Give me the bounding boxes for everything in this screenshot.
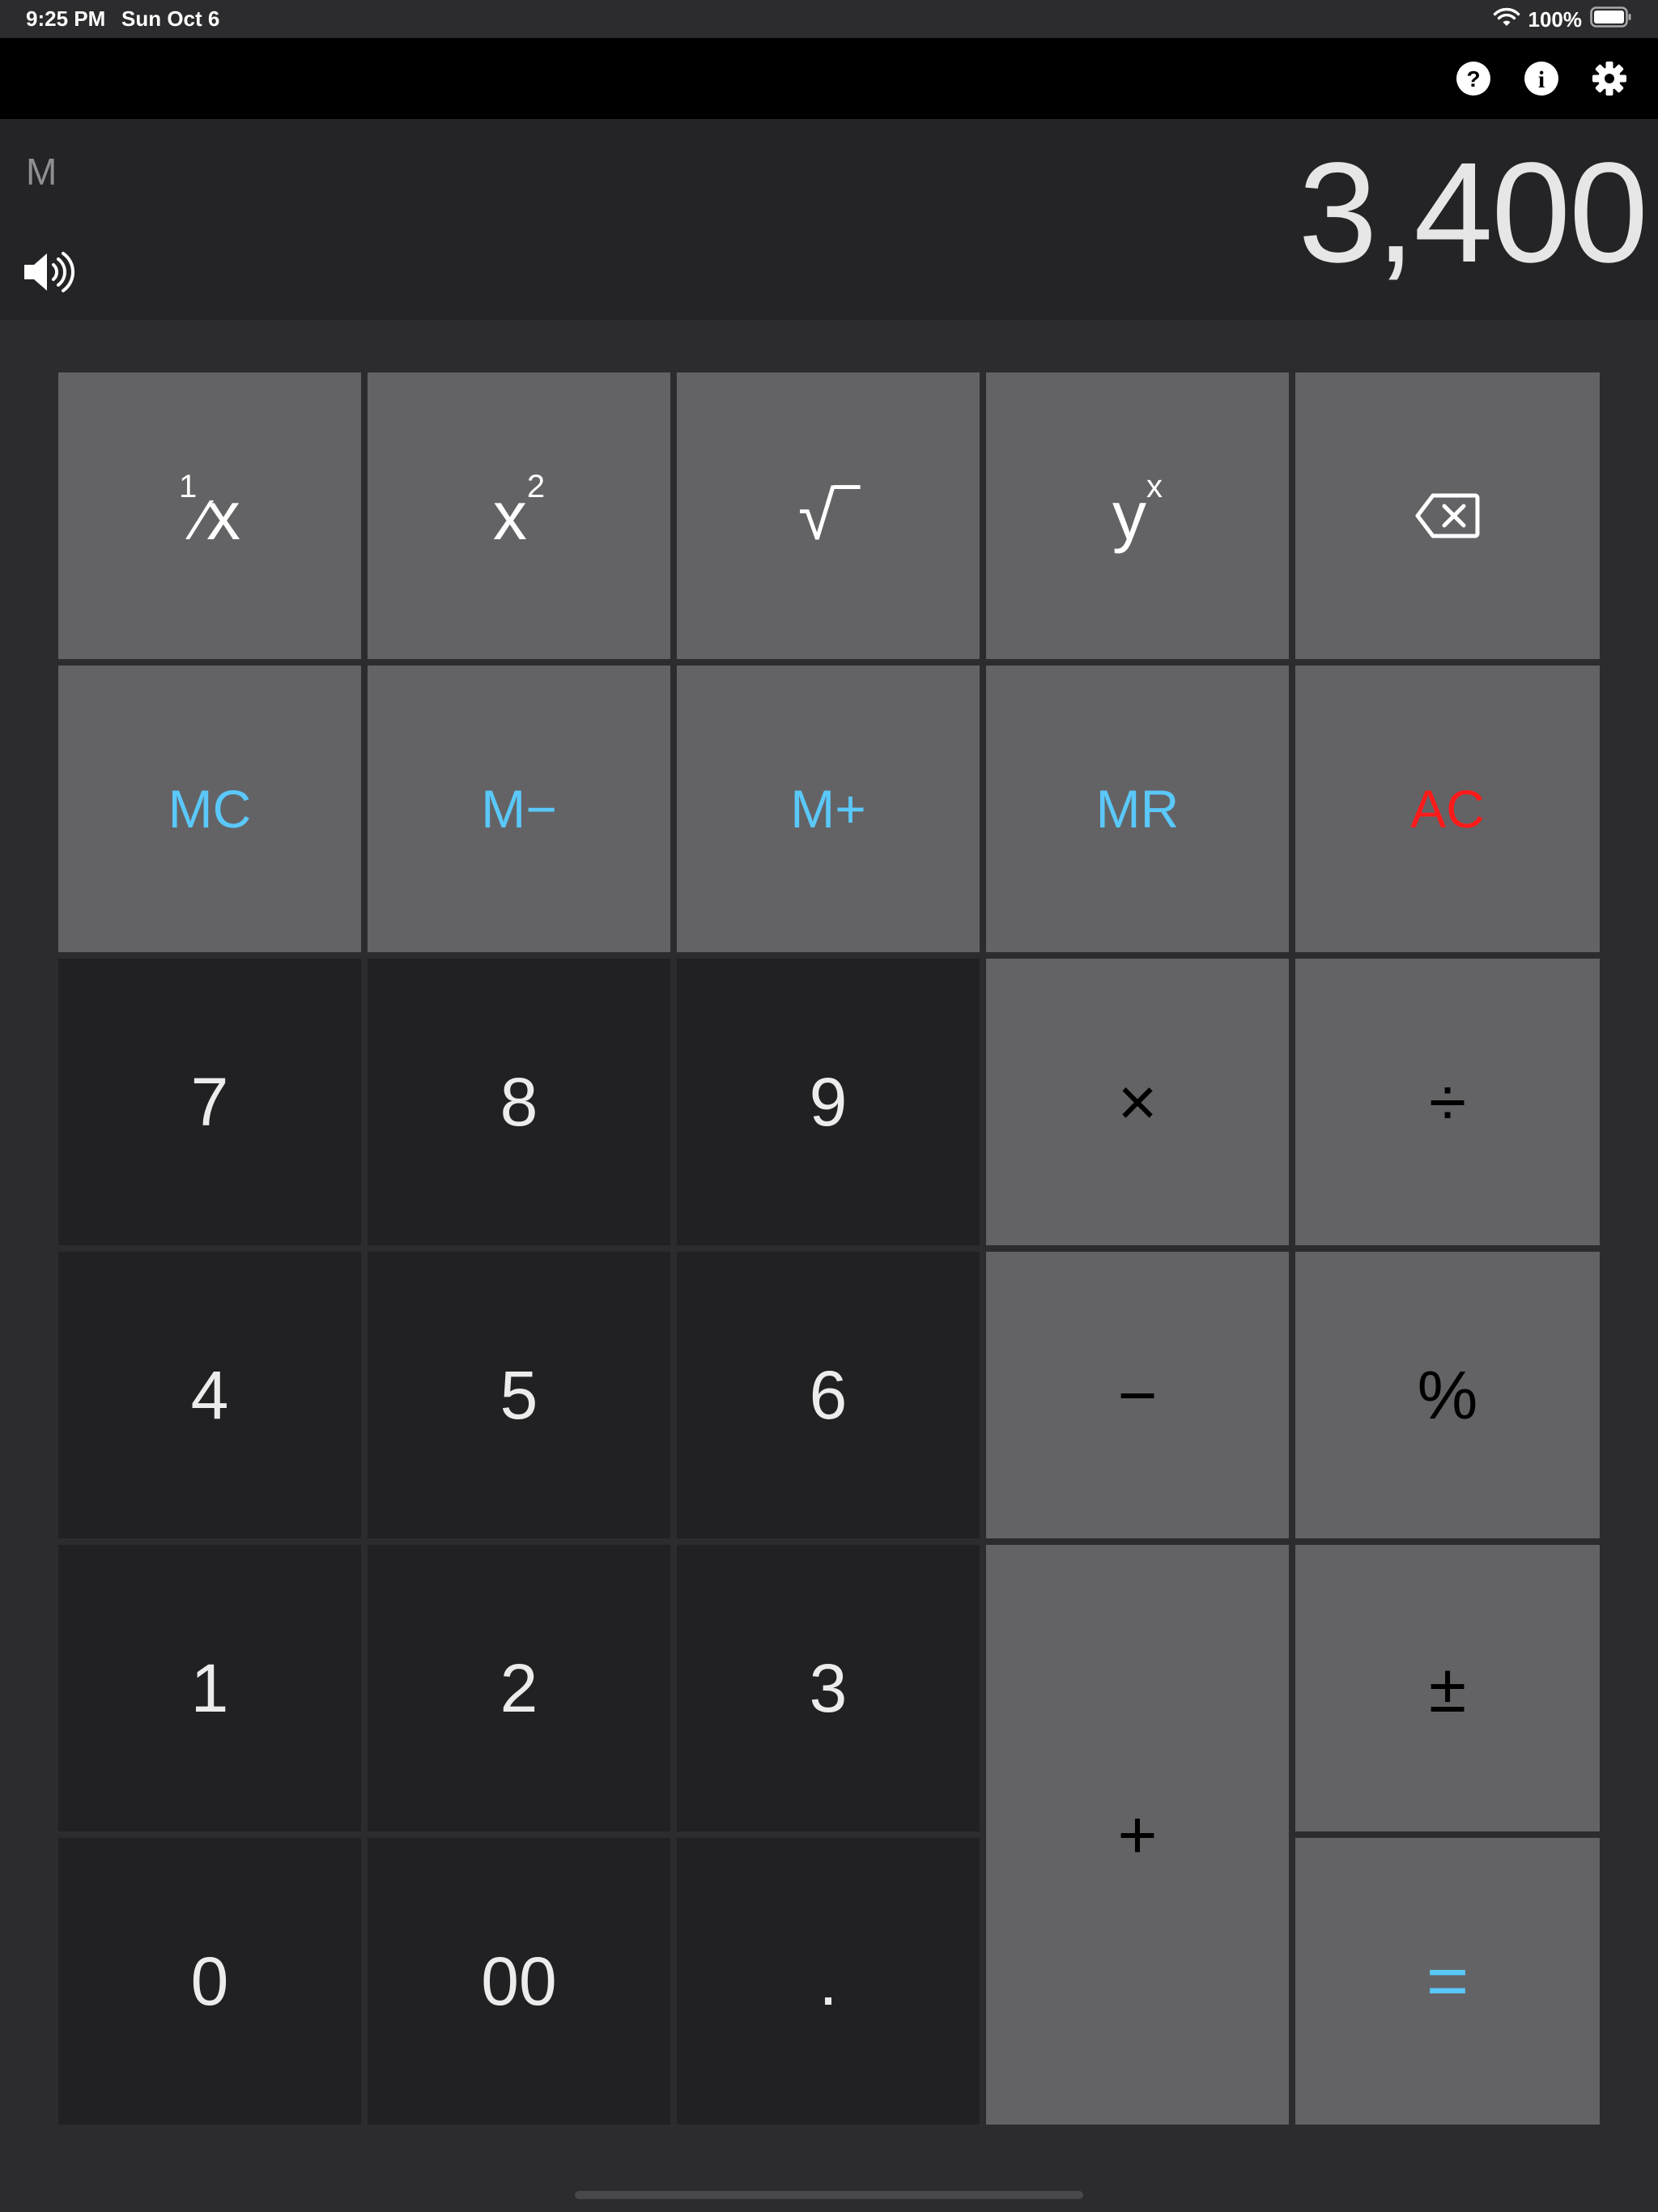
m-plus-button[interactable]: M+ bbox=[677, 666, 980, 952]
add-button[interactable]: + bbox=[986, 1545, 1289, 2125]
digit-3-button[interactable]: 3 bbox=[677, 1545, 980, 1831]
digit-8-button[interactable]: 8 bbox=[368, 959, 670, 1245]
status-right: 100% bbox=[1493, 5, 1633, 34]
digit-9-button[interactable]: 9 bbox=[677, 959, 980, 1245]
backspace-icon bbox=[1415, 477, 1480, 555]
status-time: 9:25 PM bbox=[26, 6, 106, 31]
settings-icon[interactable] bbox=[1588, 57, 1630, 100]
display: M 3,400 bbox=[0, 119, 1658, 320]
digit-7-button[interactable]: 7 bbox=[58, 959, 361, 1245]
digit-6-button[interactable]: 6 bbox=[677, 1252, 980, 1538]
mc-button[interactable]: MC bbox=[58, 666, 361, 952]
display-value: 3,400 bbox=[1298, 134, 1648, 292]
status-date: Sun Oct 6 bbox=[121, 6, 220, 31]
svg-text:?: ? bbox=[1466, 66, 1480, 91]
divide-button[interactable]: ÷ bbox=[1295, 959, 1600, 1245]
backspace-button[interactable] bbox=[1295, 372, 1600, 659]
mr-button[interactable]: MR bbox=[986, 666, 1289, 952]
svg-text:i: i bbox=[1538, 66, 1545, 93]
toolbar: ? i bbox=[0, 38, 1658, 119]
digit-0-button[interactable]: 0 bbox=[58, 1838, 361, 2125]
wifi-icon bbox=[1493, 6, 1520, 33]
all-clear-button[interactable]: AC bbox=[1295, 666, 1600, 952]
status-bar: 9:25 PM Sun Oct 6 100% bbox=[0, 0, 1658, 38]
multiply-button[interactable]: × bbox=[986, 959, 1289, 1245]
digit-2-button[interactable]: 2 bbox=[368, 1545, 670, 1831]
help-icon[interactable]: ? bbox=[1452, 57, 1494, 100]
digit-1-button[interactable]: 1 bbox=[58, 1545, 361, 1831]
m-minus-button[interactable]: M− bbox=[368, 666, 670, 952]
power-button[interactable]: yx bbox=[986, 372, 1289, 659]
home-indicator[interactable] bbox=[575, 2191, 1083, 2199]
equals-button[interactable]: = bbox=[1295, 1838, 1600, 2125]
battery-percent: 100% bbox=[1528, 6, 1583, 32]
decimal-button[interactable]: . bbox=[677, 1838, 980, 2125]
info-icon[interactable]: i bbox=[1520, 57, 1562, 100]
battery-icon bbox=[1590, 6, 1632, 33]
digit-4-button[interactable]: 4 bbox=[58, 1252, 361, 1538]
percent-button[interactable]: % bbox=[1295, 1252, 1600, 1538]
plus-minus-button[interactable]: ± bbox=[1295, 1545, 1600, 1831]
double-zero-button[interactable]: 00 bbox=[368, 1838, 670, 2125]
digit-5-button[interactable]: 5 bbox=[368, 1252, 670, 1538]
square-root-button[interactable]: √‾ bbox=[677, 372, 980, 659]
reciprocal-button[interactable]: 1⁄x bbox=[58, 372, 361, 659]
square-button[interactable]: x2 bbox=[368, 372, 670, 659]
subtract-button[interactable]: − bbox=[986, 1252, 1289, 1538]
memory-indicator: M bbox=[26, 151, 57, 193]
speaker-icon[interactable] bbox=[21, 245, 74, 299]
